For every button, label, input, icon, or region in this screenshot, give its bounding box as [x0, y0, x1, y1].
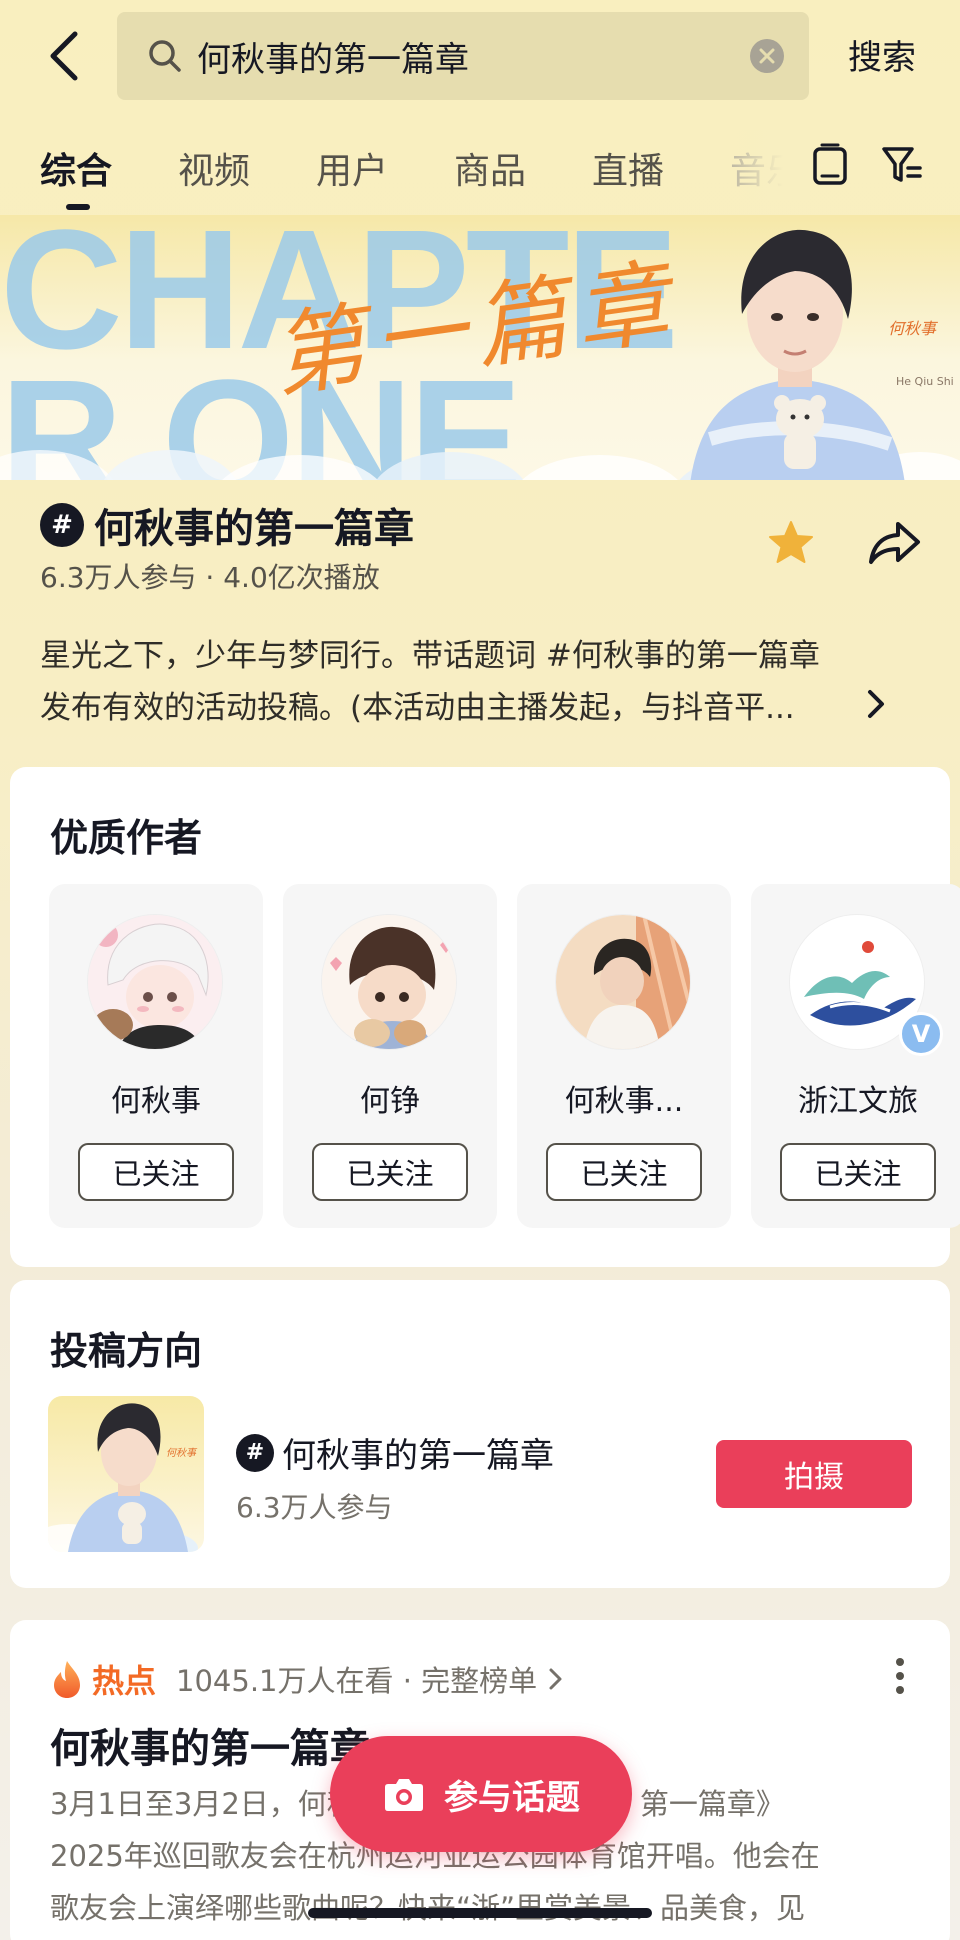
back-button[interactable] — [40, 26, 88, 86]
share-icon[interactable] — [868, 518, 922, 568]
topic-description-line: 星光之下，少年与梦同行。带话题词 #何秋事的第一篇章 — [40, 638, 820, 674]
author-card[interactable]: 何铮 已关注 — [283, 884, 497, 1228]
hot-meta[interactable]: 1045.1万人在看 · 完整榜单 — [176, 1658, 537, 1700]
search-input[interactable]: 何秋事的第一篇章 — [117, 12, 809, 100]
follow-button[interactable]: 已关注 — [78, 1143, 234, 1201]
direction-topic-title: 何秋事的第一篇章 — [282, 1436, 554, 1476]
hot-label: 热点 — [92, 1662, 157, 1700]
back-arrow-icon — [50, 31, 78, 81]
tab-fade — [720, 130, 810, 200]
author-name: 何秋事... — [564, 1084, 684, 1119]
camera-icon — [385, 1779, 423, 1811]
topic-title: 何秋事的第一篇章 — [94, 506, 414, 552]
tab-products[interactable]: 商品 — [454, 142, 526, 194]
topic-description[interactable]: 星光之下，少年与梦同行。带话题词 #何秋事的第一篇章 发布有效的活动投稿。(本活… — [40, 630, 900, 734]
follow-button[interactable]: 已关注 — [312, 1143, 468, 1201]
direction-thumbnail[interactable]: 何秋事 — [48, 1396, 204, 1552]
tab-bar: 综合 视频 用户 商品 直播 音乐 — [0, 130, 960, 210]
search-button[interactable]: 搜索 — [848, 30, 916, 79]
shoot-button[interactable]: 拍摄 — [716, 1440, 912, 1508]
banner-signature: 何秋事 — [888, 319, 937, 338]
topic-stats: 6.3万人参与 · 4.0亿次播放 — [40, 561, 380, 594]
author-name: 浙江文旅 — [798, 1084, 918, 1119]
author-name: 何秋事 — [111, 1084, 201, 1119]
filter-icon[interactable] — [878, 140, 926, 190]
author-name: 何铮 — [360, 1084, 420, 1119]
follow-button[interactable]: 已关注 — [546, 1143, 702, 1201]
join-topic-button[interactable]: 参与话题 — [330, 1736, 632, 1852]
page: 何秋事的第一篇章 搜索 综合 视频 用户 商品 直播 音乐 — [0, 0, 960, 1940]
topic-description-line: 发布有效的活动投稿。(本活动由主播发起，与抖音平... — [40, 690, 795, 726]
tab-video[interactable]: 视频 — [178, 142, 250, 194]
section-title: 投稿方向 — [50, 1329, 203, 1373]
search-query[interactable]: 何秋事的第一篇章 — [197, 32, 750, 81]
tab-active-indicator — [66, 204, 90, 210]
tab-all[interactable]: 综合 — [40, 142, 112, 194]
hot-title: 何秋事的第一篇章 — [50, 1726, 370, 1772]
flame-icon — [54, 1661, 80, 1698]
author-card[interactable]: V 浙江文旅 已关注 — [751, 884, 960, 1228]
clear-icon[interactable] — [750, 39, 784, 73]
follow-button[interactable]: 已关注 — [780, 1143, 936, 1201]
chevron-right-icon[interactable] — [862, 684, 890, 724]
banner-signature-sub: He Qiu Shi — [896, 375, 954, 388]
avatar[interactable] — [321, 914, 457, 1050]
home-indicator[interactable] — [308, 1908, 652, 1918]
more-icon[interactable] — [894, 1656, 906, 1696]
submission-direction-card: 投稿方向 何秋事 # 何秋事的第一篇章 6.3万人参与 拍摄 — [10, 1280, 950, 1588]
quality-authors-card: 优质作者 何秋事 已关注 何铮 已关注 何秋事... 已关注 V 浙江文旅 已关… — [10, 767, 960, 1267]
hashtag-icon: # — [40, 503, 84, 547]
tab-users[interactable]: 用户 — [316, 142, 388, 194]
avatar[interactable] — [87, 914, 223, 1050]
tab-live[interactable]: 直播 — [592, 142, 664, 194]
banner-portrait — [690, 229, 905, 480]
verified-badge: V — [899, 1012, 943, 1056]
direction-topic[interactable]: # 何秋事的第一篇章 — [236, 1428, 554, 1477]
author-card[interactable]: 何秋事... 已关注 — [517, 884, 731, 1228]
star-icon[interactable] — [766, 518, 816, 568]
avatar[interactable] — [555, 914, 691, 1050]
direction-participants: 6.3万人参与 — [236, 1491, 393, 1524]
hot-header: 热点 1045.1万人在看 · 完整榜单 — [50, 1656, 565, 1702]
author-card[interactable]: 何秋事 已关注 — [49, 884, 263, 1228]
topic-header: # 何秋事的第一篇章 6.3万人参与 · 4.0亿次播放 — [40, 496, 920, 594]
top-bar: 何秋事的第一篇章 搜索 — [0, 0, 960, 112]
chevron-right-icon[interactable] — [547, 1665, 565, 1693]
hashtag-icon: # — [236, 1433, 274, 1472]
join-topic-label: 参与话题 — [444, 1777, 580, 1818]
topic-banner[interactable]: CHAPTER ONE 第一篇章 何秋事 He Qiu Shi — [0, 215, 960, 480]
svg-text:何秋事: 何秋事 — [166, 1447, 198, 1459]
search-icon — [147, 38, 183, 74]
tablet-icon[interactable] — [806, 140, 854, 190]
section-title: 优质作者 — [50, 816, 203, 860]
